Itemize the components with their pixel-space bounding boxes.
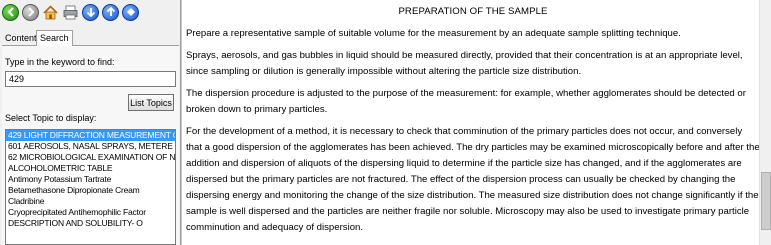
paragraph: For the development of a method, it is n…: [186, 126, 760, 233]
diamond-icon[interactable]: [122, 3, 139, 21]
topic-list-item[interactable]: Cryoprecipitated Antihemophilic Factor: [6, 207, 175, 218]
topic-list-item[interactable]: DESCRIPTION AND SOLUBILITY- O: [6, 218, 175, 229]
list-topics-button[interactable]: List Topics: [128, 94, 174, 111]
topic-list-item[interactable]: Cladribine: [6, 196, 175, 207]
tab-search[interactable]: Search: [36, 30, 73, 47]
topic-list-item[interactable]: 62 MICROBIOLOGICAL EXAMINATION OF NC: [6, 152, 175, 163]
down-arrow-icon[interactable]: [102, 3, 119, 21]
print-icon[interactable]: [62, 4, 79, 21]
paragraph: Sprays, aerosols, and gas bubbles in liq…: [186, 50, 743, 77]
up-arrow-icon[interactable]: [82, 3, 99, 21]
keyword-label: Type in the keyword to find:: [5, 57, 115, 67]
document-title: PREPARATION OF THE SAMPLE: [398, 6, 548, 17]
navigation-pane: Content Search Type in the keyword to fi…: [0, 0, 181, 245]
paragraph: The dispersion procedure is adjusted to …: [186, 88, 746, 115]
topic-list-item[interactable]: 429 LIGHT DIFFRACTION MEASUREMENT O: [6, 130, 175, 141]
toolbar: [2, 2, 139, 22]
topic-list-item[interactable]: ALCOHOLOMETRIC TABLE: [6, 163, 175, 174]
paragraph: Prepare a representative sample of suita…: [186, 28, 681, 39]
scrollbar-thumb[interactable]: [761, 172, 771, 230]
back-arrow-icon[interactable]: [2, 3, 19, 21]
document-body: PREPARATION OF THE SAMPLE Prepare a repr…: [186, 4, 760, 242]
keyword-input[interactable]: [5, 71, 176, 87]
home-icon[interactable]: [42, 4, 59, 21]
tab-content[interactable]: Content: [2, 32, 40, 46]
topic-list[interactable]: 429 LIGHT DIFFRACTION MEASUREMENT O 601 A…: [5, 129, 176, 245]
vertical-scrollbar[interactable]: [759, 0, 771, 245]
topic-list-item[interactable]: 601 AEROSOLS, NASAL SPRAYS, METERE: [6, 141, 175, 152]
tab-strip: Content Search: [2, 30, 179, 47]
topic-label: Select Topic to display:: [5, 113, 97, 123]
topic-list-item[interactable]: Antimony Potassium Tartrate: [6, 174, 175, 185]
forward-arrow-icon[interactable]: [22, 3, 39, 21]
topic-list-item[interactable]: Betamethasone Dipropionate Cream: [6, 185, 175, 196]
document-pane: PREPARATION OF THE SAMPLE Prepare a repr…: [181, 0, 771, 245]
search-panel: Type in the keyword to find: List Topics…: [2, 46, 179, 245]
